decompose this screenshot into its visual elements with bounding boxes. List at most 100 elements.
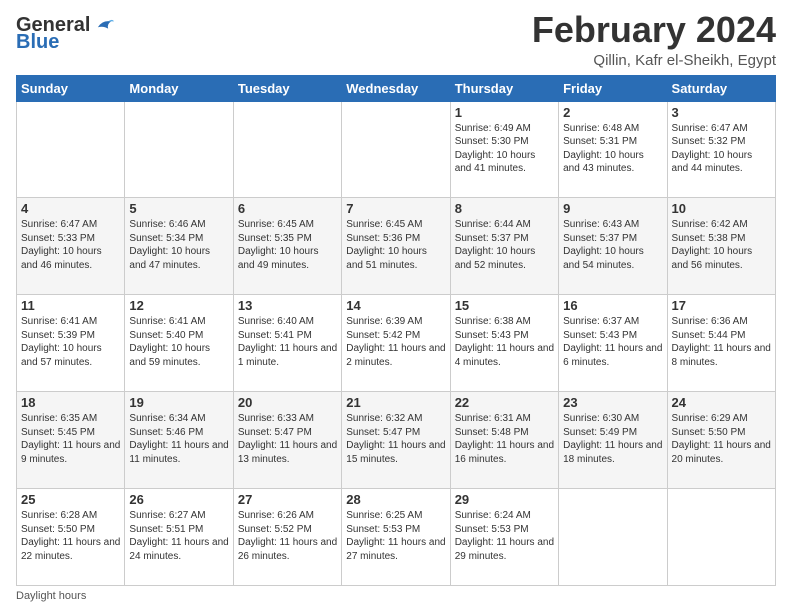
day-number: 10 xyxy=(672,201,771,216)
day-info: Sunrise: 6:31 AM Sunset: 5:48 PM Dayligh… xyxy=(455,412,554,466)
calendar-cell: 11Sunrise: 6:41 AM Sunset: 5:39 PM Dayli… xyxy=(17,295,125,392)
calendar-header-cell: Monday xyxy=(125,75,233,101)
calendar-cell: 14 Sunrise: 6:39 AM Sunset: 5:42 PM Dayli… xyxy=(342,295,450,392)
calendar-header-cell: Thursday xyxy=(450,75,558,101)
page: General Blue February 2024 Qillin, Kafr … xyxy=(0,0,792,612)
logo-blue-text: Blue xyxy=(16,32,59,52)
day-number: 7 xyxy=(346,201,445,216)
calendar-cell: 1 Sunrise: 6:49 AM Sunset: 5:30 PM Daylig… xyxy=(450,101,558,198)
calendar-cell: 29Sunrise: 6:24 AM Sunset: 5:53 PM Dayli… xyxy=(450,489,558,586)
day-number: 27 xyxy=(238,492,337,507)
day-info: Sunrise: 6:43 AM Sunset: 5:37 PM Dayligh… xyxy=(563,218,662,272)
day-number: 22 xyxy=(455,395,554,410)
calendar-week-row: 11Sunrise: 6:41 AM Sunset: 5:39 PM Dayli… xyxy=(17,295,776,392)
day-number: 14 xyxy=(346,298,445,313)
calendar-cell: 16Sunrise: 6:37 AM Sunset: 5:43 PM Dayli… xyxy=(559,295,667,392)
calendar-cell: 17Sunrise: 6:36 AM Sunset: 5:44 PM Dayli… xyxy=(667,295,775,392)
day-info: Sunrise: 6:39 AM Sunset: 5:42 PM Dayligh… xyxy=(346,315,445,369)
calendar-header-cell: Sunday xyxy=(17,75,125,101)
day-info: Sunrise: 6:25 AM Sunset: 5:53 PM Dayligh… xyxy=(346,509,445,563)
calendar-header-cell: Tuesday xyxy=(233,75,341,101)
day-info: Sunrise: 6:35 AM Sunset: 5:45 PM Dayligh… xyxy=(21,412,120,466)
calendar-cell: 20 Sunrise: 6:33 AM Sunset: 5:47 PM Dayli… xyxy=(233,392,341,489)
calendar-cell: 13 Sunrise: 6:40 AM Sunset: 5:41 PM Dayli… xyxy=(233,295,341,392)
day-number: 20 xyxy=(238,395,337,410)
calendar-cell: 23 Sunrise: 6:30 AM Sunset: 5:49 PM Dayli… xyxy=(559,392,667,489)
calendar-cell xyxy=(559,489,667,586)
calendar-week-row: 1 Sunrise: 6:49 AM Sunset: 5:30 PM Daylig… xyxy=(17,101,776,198)
day-number: 11 xyxy=(21,298,120,313)
day-info: Sunrise: 6:41 AM Sunset: 5:40 PM Dayligh… xyxy=(129,315,228,369)
calendar-cell: 10 Sunrise: 6:42 AM Sunset: 5:38 PM Dayli… xyxy=(667,198,775,295)
day-number: 12 xyxy=(129,298,228,313)
day-number: 26 xyxy=(129,492,228,507)
day-number: 19 xyxy=(129,395,228,410)
calendar-header-cell: Wednesday xyxy=(342,75,450,101)
calendar-cell: 21Sunrise: 6:32 AM Sunset: 5:47 PM Dayli… xyxy=(342,392,450,489)
calendar-header-row: SundayMondayTuesdayWednesdayThursdayFrid… xyxy=(17,75,776,101)
day-number: 17 xyxy=(672,298,771,313)
calendar-week-row: 25 Sunrise: 6:28 AM Sunset: 5:50 PM Dayli… xyxy=(17,489,776,586)
day-info: Sunrise: 6:45 AM Sunset: 5:36 PM Dayligh… xyxy=(346,218,445,272)
day-info: Sunrise: 6:46 AM Sunset: 5:34 PM Dayligh… xyxy=(129,218,228,272)
calendar-cell xyxy=(17,101,125,198)
day-number: 5 xyxy=(129,201,228,216)
day-info: Sunrise: 6:24 AM Sunset: 5:53 PM Dayligh… xyxy=(455,509,554,563)
day-number: 25 xyxy=(21,492,120,507)
location: Qillin, Kafr el-Sheikh, Egypt xyxy=(532,52,776,69)
day-info: Sunrise: 6:47 AM Sunset: 5:33 PM Dayligh… xyxy=(21,218,120,272)
day-info: Sunrise: 6:26 AM Sunset: 5:52 PM Dayligh… xyxy=(238,509,337,563)
day-number: 1 xyxy=(455,105,554,120)
day-info: Sunrise: 6:48 AM Sunset: 5:31 PM Dayligh… xyxy=(563,122,662,176)
day-info: Sunrise: 6:37 AM Sunset: 5:43 PM Dayligh… xyxy=(563,315,662,369)
calendar-cell: 22 Sunrise: 6:31 AM Sunset: 5:48 PM Dayli… xyxy=(450,392,558,489)
calendar-cell: 12 Sunrise: 6:41 AM Sunset: 5:40 PM Dayli… xyxy=(125,295,233,392)
calendar-cell: 5 Sunrise: 6:46 AM Sunset: 5:34 PM Daylig… xyxy=(125,198,233,295)
day-number: 24 xyxy=(672,395,771,410)
title-block: February 2024 Qillin, Kafr el-Sheikh, Eg… xyxy=(532,10,776,69)
calendar-cell: 7 Sunrise: 6:45 AM Sunset: 5:36 PM Daylig… xyxy=(342,198,450,295)
calendar-cell: 2 Sunrise: 6:48 AM Sunset: 5:31 PM Daylig… xyxy=(559,101,667,198)
calendar-week-row: 4 Sunrise: 6:47 AM Sunset: 5:33 PM Daylig… xyxy=(17,198,776,295)
calendar-cell: 24 Sunrise: 6:29 AM Sunset: 5:50 PM Dayli… xyxy=(667,392,775,489)
day-info: Sunrise: 6:40 AM Sunset: 5:41 PM Dayligh… xyxy=(238,315,337,369)
calendar-cell: 6Sunrise: 6:45 AM Sunset: 5:35 PM Daylig… xyxy=(233,198,341,295)
day-info: Sunrise: 6:32 AM Sunset: 5:47 PM Dayligh… xyxy=(346,412,445,466)
calendar-cell xyxy=(667,489,775,586)
day-info: Sunrise: 6:30 AM Sunset: 5:49 PM Dayligh… xyxy=(563,412,662,466)
day-number: 13 xyxy=(238,298,337,313)
month-title: February 2024 xyxy=(532,10,776,50)
day-number: 3 xyxy=(672,105,771,120)
calendar-table: SundayMondayTuesdayWednesdayThursdayFrid… xyxy=(16,75,776,586)
day-number: 15 xyxy=(455,298,554,313)
calendar-cell: 8 Sunrise: 6:44 AM Sunset: 5:37 PM Daylig… xyxy=(450,198,558,295)
calendar-cell: 25 Sunrise: 6:28 AM Sunset: 5:50 PM Dayli… xyxy=(17,489,125,586)
day-number: 4 xyxy=(21,201,120,216)
day-info: Sunrise: 6:29 AM Sunset: 5:50 PM Dayligh… xyxy=(672,412,771,466)
calendar-cell: 15Sunrise: 6:38 AM Sunset: 5:43 PM Dayli… xyxy=(450,295,558,392)
footer-note: Daylight hours xyxy=(16,590,776,602)
header: General Blue February 2024 Qillin, Kafr … xyxy=(16,10,776,69)
day-number: 6 xyxy=(238,201,337,216)
day-info: Sunrise: 6:42 AM Sunset: 5:38 PM Dayligh… xyxy=(672,218,771,272)
day-info: Sunrise: 6:33 AM Sunset: 5:47 PM Dayligh… xyxy=(238,412,337,466)
daylight-label: Daylight hours xyxy=(16,590,86,602)
calendar-cell: 27 Sunrise: 6:26 AM Sunset: 5:52 PM Dayli… xyxy=(233,489,341,586)
calendar-cell: 18 Sunrise: 6:35 AM Sunset: 5:45 PM Dayli… xyxy=(17,392,125,489)
day-number: 18 xyxy=(21,395,120,410)
day-number: 2 xyxy=(563,105,662,120)
calendar-header-cell: Saturday xyxy=(667,75,775,101)
day-number: 9 xyxy=(563,201,662,216)
day-info: Sunrise: 6:34 AM Sunset: 5:46 PM Dayligh… xyxy=(129,412,228,466)
day-number: 8 xyxy=(455,201,554,216)
day-info: Sunrise: 6:49 AM Sunset: 5:30 PM Dayligh… xyxy=(455,122,554,176)
calendar-cell xyxy=(233,101,341,198)
day-info: Sunrise: 6:44 AM Sunset: 5:37 PM Dayligh… xyxy=(455,218,554,272)
day-number: 23 xyxy=(563,395,662,410)
day-info: Sunrise: 6:28 AM Sunset: 5:50 PM Dayligh… xyxy=(21,509,120,563)
day-number: 28 xyxy=(346,492,445,507)
calendar-body: 1 Sunrise: 6:49 AM Sunset: 5:30 PM Daylig… xyxy=(17,101,776,585)
calendar-cell: 28 Sunrise: 6:25 AM Sunset: 5:53 PM Dayli… xyxy=(342,489,450,586)
calendar-cell: 19 Sunrise: 6:34 AM Sunset: 5:46 PM Dayli… xyxy=(125,392,233,489)
logo-bird-icon xyxy=(92,14,114,36)
